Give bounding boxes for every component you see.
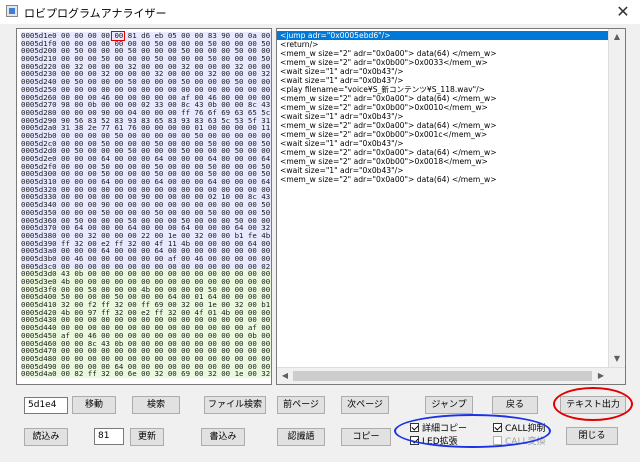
tag-recognition-button[interactable]: 認識語: [277, 428, 325, 446]
load-button[interactable]: 読込み: [24, 428, 68, 446]
back-button[interactable]: 戻る: [492, 396, 538, 414]
listing-line[interactable]: <return/>: [277, 40, 608, 49]
scroll-down-icon[interactable]: ▼: [609, 351, 625, 367]
scroll-up-icon[interactable]: ▲: [609, 29, 625, 45]
jump-button[interactable]: ジャンプ: [425, 396, 473, 414]
horizontal-scrollbar[interactable]: ◀ ▶: [277, 367, 625, 384]
blue-annotation-ellipse: [394, 414, 551, 448]
update-button[interactable]: 更新: [130, 428, 164, 446]
listing-line[interactable]: <mem_w size="2" adr="0x0b00">0x001c</mem…: [277, 130, 608, 139]
close-window-icon[interactable]: ✕: [606, 0, 640, 24]
listing-line[interactable]: <mem_w size="2" adr="0x0a00"> data(64) <…: [277, 121, 608, 130]
title-bar: ロビプログラムアナライザー ✕: [0, 0, 640, 24]
move-button[interactable]: 移動: [72, 396, 116, 414]
red-annotation-ellipse: [553, 387, 633, 421]
scroll-right-icon[interactable]: ▶: [593, 368, 609, 384]
listing-line[interactable]: <play filename="voice¥S_新コンテンツ¥S_118.wav…: [277, 85, 608, 94]
search-button[interactable]: 検索: [132, 396, 180, 414]
listing-line[interactable]: <wait size="1" adr="0x0b43"/>: [277, 76, 608, 85]
horizontal-scroll-thumb[interactable]: [293, 371, 592, 381]
next-page-button[interactable]: 次ページ: [341, 396, 389, 414]
listing-line[interactable]: <mem_w size="2" adr="0x0b00">0x0018</mem…: [277, 157, 608, 166]
address-input[interactable]: 5d1e4: [24, 397, 68, 414]
close-button[interactable]: 閉じる: [566, 427, 618, 445]
listing-line[interactable]: <jump adr="0x0005ebd6"/>: [277, 31, 608, 40]
write-button[interactable]: 書込み: [201, 428, 245, 446]
hex-dump-rows: 0005d1e0 00 00 00 00 00 81 d6 eb 05 00 0…: [21, 32, 271, 378]
listing-line[interactable]: <mem_w size="2" adr="0x0a00"> data(64) <…: [277, 148, 608, 157]
hex-dump-panel[interactable]: 0005d1e0 00 00 00 00 00 81 d6 eb 05 00 0…: [16, 28, 272, 385]
program-listing-panel[interactable]: <jump adr="0x0005ebd6"/> <return/> <mem_w …: [276, 28, 626, 385]
listing-line[interactable]: <wait size="1" adr="0x0b43"/>: [277, 139, 608, 148]
listing-line[interactable]: <mem_w size="2" adr="0x0a00"> data(64) <…: [277, 175, 608, 184]
listing-line[interactable]: <wait size="1" adr="0x0b43"/>: [277, 67, 608, 76]
listing-line[interactable]: <mem_w size="2" adr="0x0b00">0x0033</mem…: [277, 58, 608, 67]
prev-page-button[interactable]: 前ページ: [277, 396, 325, 414]
hex-row: 0005d4a0 00 82 ff 32 00 6e 00 32 00 69 0…: [21, 370, 271, 378]
listing-line[interactable]: <mem_w size="2" adr="0x0a00"> data(64) <…: [277, 94, 608, 103]
listing-line[interactable]: <wait size="1" adr="0x0b43"/>: [277, 166, 608, 175]
byte-value-input[interactable]: 81: [94, 428, 124, 445]
program-listing: <jump adr="0x0005ebd6"/> <return/> <mem_w …: [277, 31, 608, 184]
window-title: ロビプログラムアナライザー: [24, 7, 167, 20]
vertical-scrollbar[interactable]: ▲ ▼: [608, 29, 625, 367]
selected-byte-marker: [111, 31, 125, 41]
listing-line[interactable]: <wait size="1" adr="0x0b43"/>: [277, 112, 608, 121]
listing-line[interactable]: <mem_w size="2" adr="0x0b00">0x0010</mem…: [277, 103, 608, 112]
app-icon: [6, 5, 18, 17]
scroll-left-icon[interactable]: ◀: [277, 368, 293, 384]
file-search-button[interactable]: ファイル検索: [204, 396, 266, 414]
copy-button[interactable]: コピー: [341, 428, 391, 446]
listing-line[interactable]: <mem_w size="2" adr="0x0a00"> data(64) <…: [277, 49, 608, 58]
